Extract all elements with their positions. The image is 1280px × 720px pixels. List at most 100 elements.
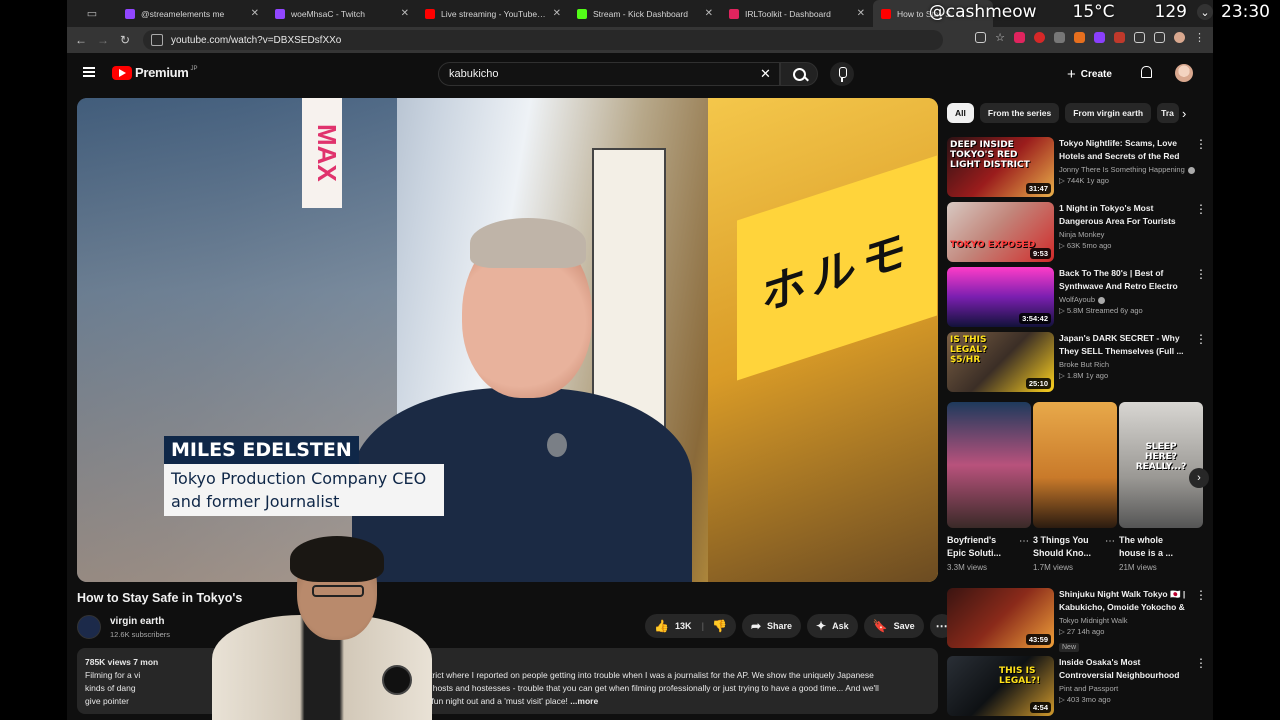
video-title[interactable]: Shinjuku Night Walk Tokyo 🇯🇵 | Kabukicho… — [1059, 588, 1187, 613]
video-title[interactable]: Tokyo Nightlife: Scams, Love Hotels and … — [1059, 137, 1187, 162]
chip-truncated[interactable]: Tra — [1157, 103, 1180, 123]
address-bar[interactable]: youtube.com/watch?v=DBXSEDsfXXo — [143, 30, 943, 50]
short-views: 21M views — [1119, 563, 1157, 572]
kebab-menu-icon[interactable]: ⋯ — [1019, 536, 1029, 547]
back-icon[interactable]: ← — [70, 33, 92, 47]
extension-icon[interactable] — [1094, 32, 1105, 43]
tab-twitch[interactable]: woeMhsaC - Twitch ✕ — [267, 0, 417, 27]
search-input[interactable]: kabukicho — [438, 62, 780, 86]
plus-icon: + — [1067, 65, 1076, 83]
chevron-down-icon[interactable]: ⌄ — [1197, 4, 1213, 20]
chip-all[interactable]: All — [947, 103, 974, 123]
kebab-menu-icon[interactable]: ⋮ — [1195, 202, 1207, 216]
extension-icon[interactable] — [1114, 32, 1125, 43]
thumbs-down-icon[interactable]: 👎 — [712, 619, 727, 633]
forward-icon[interactable]: → — [92, 33, 114, 47]
ask-button[interactable]: ✦ Ask — [807, 614, 858, 638]
puzzle-icon[interactable] — [1134, 32, 1145, 43]
video-actions: 👍 13K | 👎 ➦ Share ✦ Ask 🔖 Save ⋯ — [645, 614, 954, 638]
video-thumbnail[interactable]: 3:54:42 — [947, 267, 1054, 327]
kebab-menu-icon[interactable]: ⋮ — [1195, 332, 1207, 346]
kebab-menu-icon[interactable]: ⋮ — [1195, 588, 1207, 602]
site-info-icon[interactable] — [151, 34, 163, 46]
show-more-link[interactable]: ...more — [570, 696, 598, 706]
close-icon[interactable]: ✕ — [705, 8, 713, 19]
streamer-handle: @cashmeow — [928, 2, 1037, 22]
chip-from-virgin-earth[interactable]: From virgin earth — [1065, 103, 1152, 123]
video-thumbnail[interactable]: DEEP INSIDE TOKYO'S RED LIGHT DISTRICT 3… — [947, 137, 1054, 197]
tab-kick[interactable]: Stream - Kick Dashboard ✕ — [569, 0, 721, 27]
shorts-next-button[interactable]: › — [1189, 468, 1209, 488]
account-avatar[interactable] — [1175, 64, 1193, 82]
kebab-menu-icon[interactable]: ⋮ — [1195, 137, 1207, 151]
recommended-video[interactable]: THIS IS LEGAL?! 4:54 Inside Osaka's Most… — [947, 656, 1207, 716]
kebab-menu-icon[interactable]: ⋮ — [1194, 31, 1205, 44]
close-icon[interactable]: ✕ — [401, 8, 409, 19]
extension-icon[interactable] — [1014, 32, 1025, 43]
close-icon[interactable]: ✕ — [553, 8, 561, 19]
chip-from-the-series[interactable]: From the series — [979, 103, 1060, 123]
recommended-video[interactable]: IS THIS LEGAL? $5/HR 25:10 Japan's DARK … — [947, 332, 1207, 392]
like-button[interactable]: 👍 13K | 👎 — [645, 614, 736, 638]
search-button[interactable] — [780, 62, 818, 86]
tab-youtube-studio[interactable]: Live streaming - YouTube Stu ✕ — [417, 0, 569, 27]
save-button[interactable]: 🔖 Save — [863, 614, 924, 638]
profile-avatar[interactable] — [1174, 32, 1185, 43]
channel-name: Jonny There Is Something Happening — [1059, 165, 1195, 174]
kebab-menu-icon[interactable]: ⋮ — [1195, 267, 1207, 281]
reading-list-icon[interactable] — [1154, 32, 1165, 43]
tab-title: Live streaming - YouTube Stu — [441, 8, 547, 19]
short-item[interactable]: 3 Things You Should Kno... 1.7M views ⋯ — [1033, 402, 1117, 572]
short-title[interactable]: 3 Things You Should Kno... — [1033, 534, 1099, 560]
tab-title: woeMhsaC - Twitch — [291, 8, 366, 19]
create-label: Create — [1080, 68, 1112, 80]
close-icon[interactable]: ✕ — [251, 8, 259, 19]
video-thumbnail[interactable]: THIS IS LEGAL?! 4:54 — [947, 656, 1054, 716]
voice-search-button[interactable] — [830, 62, 854, 86]
ask-label: Ask — [832, 621, 849, 631]
video-thumbnail[interactable]: IS THIS LEGAL? $5/HR 25:10 — [947, 332, 1054, 392]
youtube-logo[interactable]: Premium JP — [112, 65, 198, 80]
cast-icon[interactable] — [975, 32, 987, 43]
tab-list-icon[interactable]: ▭ — [87, 7, 97, 20]
thumbnail-text: SLEEP HERE? REALLY...? — [1135, 442, 1187, 472]
extension-icon[interactable] — [1054, 32, 1065, 43]
close-icon[interactable]: ✕ — [857, 8, 865, 19]
short-item[interactable]: Boyfriend's Epic Soluti... 3.3M views ⋯ — [947, 402, 1031, 572]
menu-icon[interactable] — [83, 67, 95, 77]
reload-icon[interactable]: ↻ — [114, 33, 136, 47]
share-button[interactable]: ➦ Share — [741, 614, 802, 638]
kebab-menu-icon[interactable]: ⋮ — [1195, 656, 1207, 670]
extension-icon[interactable] — [1034, 32, 1045, 43]
video-title[interactable]: 1 Night in Tokyo's Most Dangerous Area F… — [1059, 202, 1187, 227]
twitch-icon — [125, 8, 135, 19]
short-thumbnail[interactable] — [947, 402, 1031, 528]
short-thumbnail[interactable]: SLEEP HERE? REALLY...? — [1119, 402, 1203, 528]
tab-streamelements[interactable]: @streamelements me ✕ — [117, 0, 267, 27]
kebab-menu-icon[interactable]: ⋯ — [1105, 536, 1115, 547]
bookmark-star-icon[interactable]: ☆ — [995, 31, 1005, 44]
video-title[interactable]: Back To The 80's | Best of Synthwave And… — [1059, 267, 1187, 292]
video-player[interactable]: MAX ホルモ MILES EDELSTEN Tokyo Production … — [77, 98, 938, 582]
short-thumbnail[interactable] — [1033, 402, 1117, 528]
recommended-video[interactable]: DEEP INSIDE TOKYO'S RED LIGHT DISTRICT 3… — [947, 137, 1207, 197]
short-title[interactable]: The whole house is a ... — [1119, 534, 1185, 560]
clear-search-icon[interactable]: ✕ — [760, 66, 771, 82]
short-item[interactable]: SLEEP HERE? REALLY...? The whole house i… — [1119, 402, 1203, 572]
tab-irltoolkit[interactable]: IRLToolkit - Dashboard ✕ — [721, 0, 873, 27]
video-thumbnail[interactable]: TOKYO EXPOSED 9:53 — [947, 202, 1054, 262]
video-title[interactable]: Inside Osaka's Most Controversial Neighb… — [1059, 656, 1187, 681]
channel-avatar[interactable] — [77, 615, 101, 639]
short-title[interactable]: Boyfriend's Epic Soluti... — [947, 534, 1013, 560]
create-button[interactable]: + Create — [1067, 64, 1112, 84]
recommended-video[interactable]: TOKYO EXPOSED 9:53 1 Night in Tokyo's Mo… — [947, 202, 1207, 262]
window-controls: ▭ — [67, 0, 117, 27]
extension-icon[interactable] — [1074, 32, 1085, 43]
recommended-video[interactable]: 43:59 Shinjuku Night Walk Tokyo 🇯🇵 | Kab… — [947, 588, 1207, 652]
chevron-right-icon[interactable]: › — [1182, 106, 1186, 121]
video-title[interactable]: Japan's DARK SECRET - Why They SELL Them… — [1059, 332, 1187, 357]
recommended-video[interactable]: 3:54:42 Back To The 80's | Best of Synth… — [947, 267, 1207, 327]
video-thumbnail[interactable]: 43:59 — [947, 588, 1054, 648]
notifications-icon[interactable] — [1141, 66, 1152, 78]
channel-name[interactable]: virgin earth — [110, 616, 164, 627]
